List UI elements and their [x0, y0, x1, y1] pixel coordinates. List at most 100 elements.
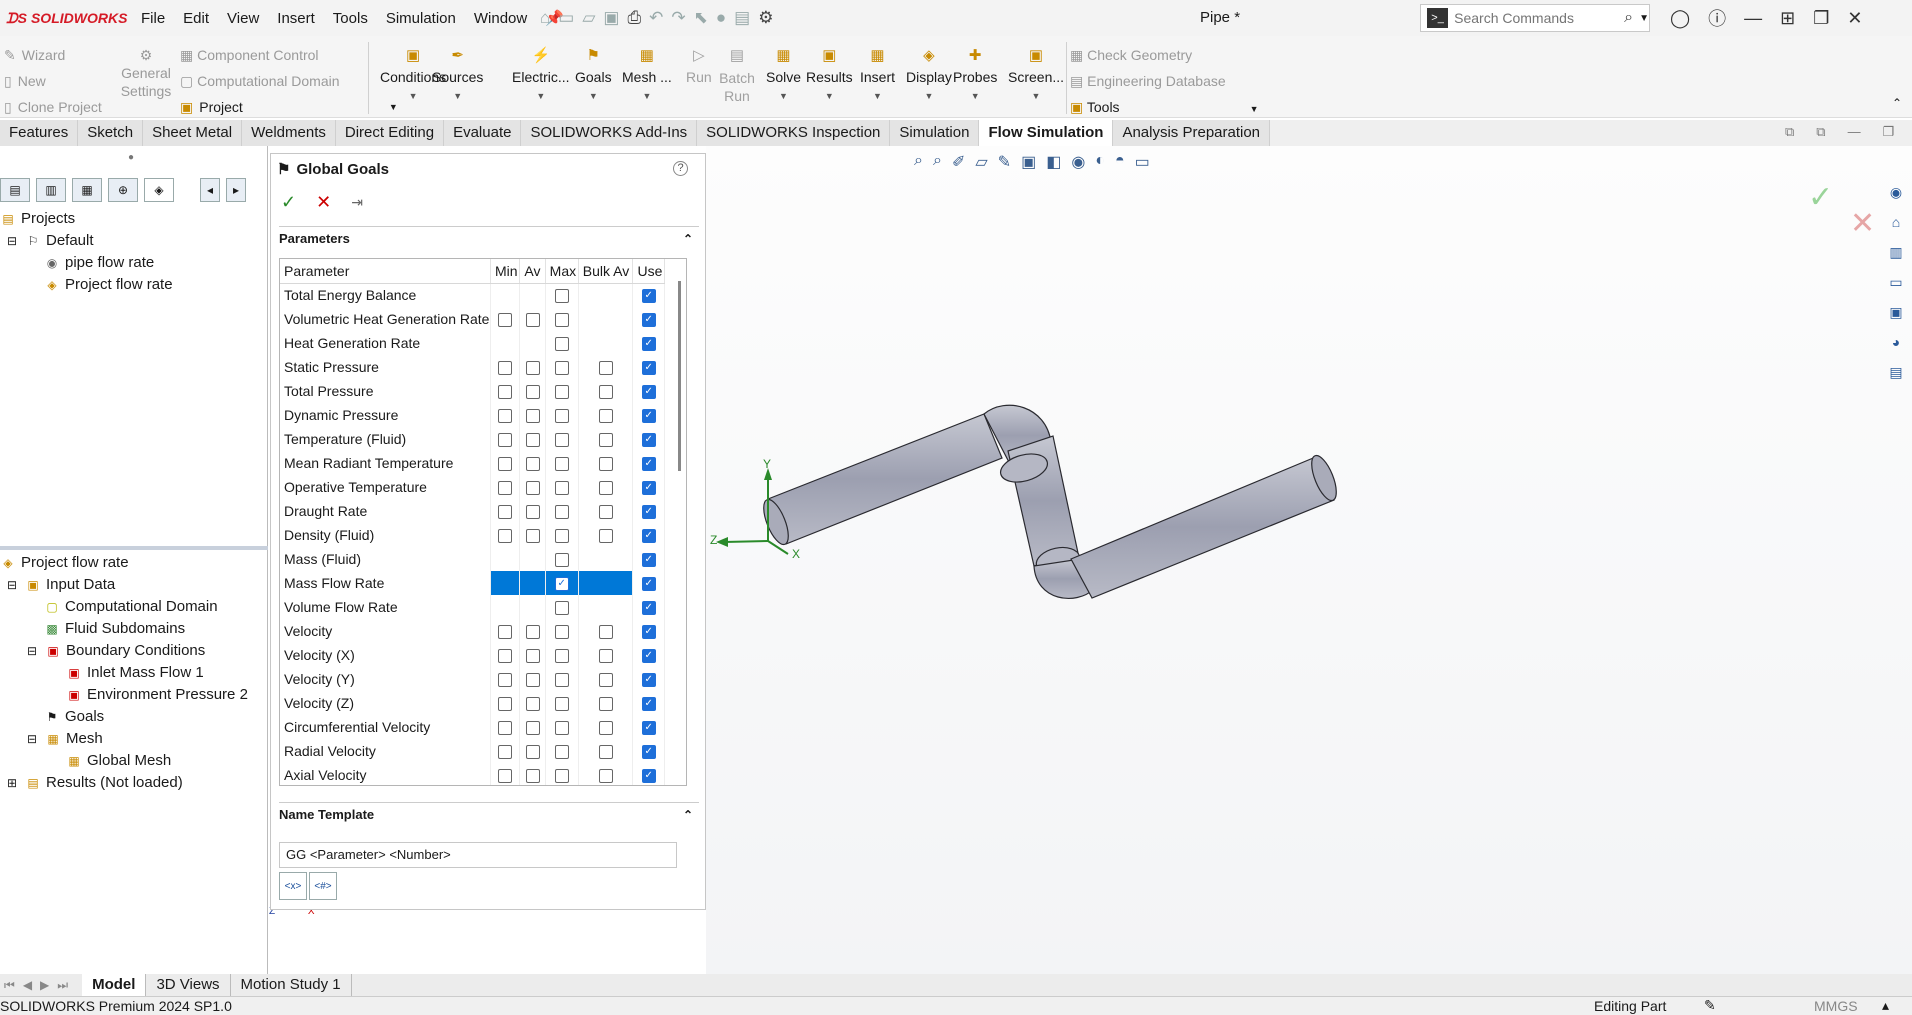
dim-expert-tab-icon[interactable]: ⊕: [108, 178, 138, 202]
results-button[interactable]: ▣ Results ▼: [806, 44, 853, 101]
chevron-down-icon[interactable]: ▼: [924, 91, 933, 101]
apply-scene-icon[interactable]: ◓: [1115, 152, 1125, 172]
checkbox-min[interactable]: [498, 721, 513, 736]
checkbox-max[interactable]: [554, 409, 569, 424]
column-header-use[interactable]: Use: [632, 259, 665, 284]
checkbox-av[interactable]: [525, 769, 540, 784]
zoom-area-icon[interactable]: ⌕: [933, 152, 942, 172]
zoom-to-fit-icon[interactable]: ⌕: [914, 152, 923, 172]
tree-item-fluid-subdomains[interactable]: ▩ Fluid Subdomains: [0, 618, 248, 640]
table-row[interactable]: Heat Generation Rate: [280, 331, 665, 355]
checkbox-av[interactable]: [525, 505, 540, 520]
tree-item-results[interactable]: ⊞ ▤ Results (Not loaded): [0, 772, 248, 794]
checkbox-av[interactable]: [525, 385, 540, 400]
viewport-minimize-icon[interactable]: —: [1848, 124, 1861, 140]
checkbox-use[interactable]: [641, 625, 656, 640]
table-row[interactable]: Total Pressure: [280, 379, 665, 403]
flow-analysis-tab-icon[interactable]: ◈: [144, 178, 174, 202]
tab-weldments[interactable]: Weldments: [242, 120, 336, 146]
search-commands[interactable]: >_ ⌕ ▼: [1420, 4, 1650, 32]
custom-properties-icon[interactable]: ▤: [1884, 360, 1908, 384]
checkbox-use[interactable]: [641, 577, 656, 592]
tree-item-project[interactable]: ◈ Project flow rate: [0, 552, 248, 574]
tree-item-boundary-conditions[interactable]: ⊟ ▣ Boundary Conditions: [0, 640, 248, 662]
chevron-down-icon[interactable]: ▼: [825, 91, 834, 101]
checkbox-max[interactable]: [554, 721, 569, 736]
print-icon[interactable]: ⎙: [627, 8, 641, 28]
table-row[interactable]: Axial Velocity: [280, 763, 665, 785]
restore-icon[interactable]: ❐: [1813, 8, 1829, 29]
tab-sketch[interactable]: Sketch: [78, 120, 144, 146]
checkbox-min[interactable]: [498, 625, 513, 640]
help-icon[interactable]: ?: [673, 161, 688, 176]
cancel-x-icon[interactable]: ✕: [316, 192, 331, 213]
confirm-corner-check-icon[interactable]: ✓: [1808, 180, 1833, 215]
user-icon[interactable]: ◯: [1670, 8, 1690, 29]
goals-button[interactable]: ⚑ Goals ▼: [575, 44, 612, 101]
insert-button[interactable]: ▦ Insert ▼: [860, 44, 895, 101]
checkbox-bulk[interactable]: [598, 769, 613, 784]
menu-view[interactable]: View: [218, 10, 268, 27]
parameters-section-header[interactable]: Parameters ⌃: [279, 226, 699, 250]
checkbox-max[interactable]: [554, 673, 569, 688]
checkbox-av[interactable]: [525, 529, 540, 544]
tab-simulation[interactable]: Simulation: [890, 120, 980, 146]
tab-3d-views[interactable]: 3D Views: [146, 974, 231, 996]
mesh-button[interactable]: ▦ Mesh ... ▼: [622, 44, 672, 101]
next-tab-icon[interactable]: ▶: [36, 978, 53, 992]
checkbox-bulk[interactable]: [598, 505, 613, 520]
table-row[interactable]: Velocity (Z): [280, 691, 665, 715]
checkbox-min[interactable]: [498, 409, 513, 424]
tab-model[interactable]: Model: [82, 974, 147, 996]
checkbox-min[interactable]: [498, 313, 513, 328]
table-row[interactable]: Velocity (X): [280, 643, 665, 667]
checkbox-use[interactable]: [641, 409, 656, 424]
viewport-restore-icon[interactable]: ❐: [1883, 124, 1895, 140]
checkbox-max[interactable]: [554, 649, 569, 664]
undo-icon[interactable]: ↶: [649, 8, 663, 28]
checkbox-use[interactable]: [641, 745, 656, 760]
menu-insert[interactable]: Insert: [268, 10, 324, 27]
checkbox-use[interactable]: [641, 433, 656, 448]
search-input[interactable]: [1454, 10, 1625, 26]
wizard-button[interactable]: ✎ Wizard: [4, 42, 102, 68]
checkbox-min[interactable]: [498, 457, 513, 472]
menu-tools[interactable]: Tools: [324, 10, 377, 27]
component-control-button[interactable]: ▦ Component Control: [180, 42, 398, 68]
last-tab-icon[interactable]: ⏭: [53, 978, 72, 993]
display-button[interactable]: ◈ Display ▼: [906, 44, 952, 101]
section-view-icon[interactable]: ▱: [975, 152, 987, 172]
new-project-button[interactable]: ▯ New: [4, 68, 102, 94]
table-row[interactable]: Mass Flow Rate: [280, 571, 665, 595]
table-row[interactable]: Mass (Fluid): [280, 547, 665, 571]
view-settings-icon[interactable]: ▭: [1135, 152, 1150, 172]
checkbox-bulk[interactable]: [598, 529, 613, 544]
checkbox-bulk[interactable]: [598, 745, 613, 760]
chevron-down-icon[interactable]: ▼: [1032, 91, 1041, 101]
insert-number-button[interactable]: <#>: [309, 872, 337, 900]
checkbox-av[interactable]: [525, 649, 540, 664]
tab-analysis-preparation[interactable]: Analysis Preparation: [1113, 120, 1271, 146]
table-row[interactable]: Operative Temperature: [280, 475, 665, 499]
chevron-down-icon[interactable]: ▼: [589, 91, 598, 101]
tab-solidworks-inspection[interactable]: SOLIDWORKS Inspection: [697, 120, 891, 146]
checkbox-max[interactable]: [554, 385, 569, 400]
solve-button[interactable]: ▦ Solve ▼: [766, 44, 801, 101]
checkbox-min[interactable]: [498, 673, 513, 688]
design-library-icon[interactable]: ▥: [1884, 240, 1908, 264]
ok-check-icon[interactable]: ✓: [281, 192, 296, 213]
table-row[interactable]: Circumferential Velocity: [280, 715, 665, 739]
graphics-area[interactable]: Y Z X Z X: [269, 146, 1912, 976]
rebuild-indicator-icon[interactable]: ✎: [1704, 997, 1716, 1014]
options-gear-icon[interactable]: ⚙: [758, 8, 773, 28]
tab-prev-icon[interactable]: ◂: [200, 178, 220, 202]
tree-item-project-flow-rate[interactable]: ◈ Project flow rate: [0, 274, 172, 296]
checkbox-bulk[interactable]: [598, 721, 613, 736]
collapse-chevron-icon[interactable]: ⌃: [683, 803, 693, 827]
hide-show-icon[interactable]: ◉: [1071, 152, 1085, 172]
checkbox-av[interactable]: [525, 361, 540, 376]
panel-handle[interactable]: ●: [128, 152, 134, 163]
checkbox-max[interactable]: [554, 769, 569, 784]
tree-item-default[interactable]: ⊟ ⚐ Default: [0, 230, 173, 252]
checkbox-max[interactable]: [554, 457, 569, 472]
